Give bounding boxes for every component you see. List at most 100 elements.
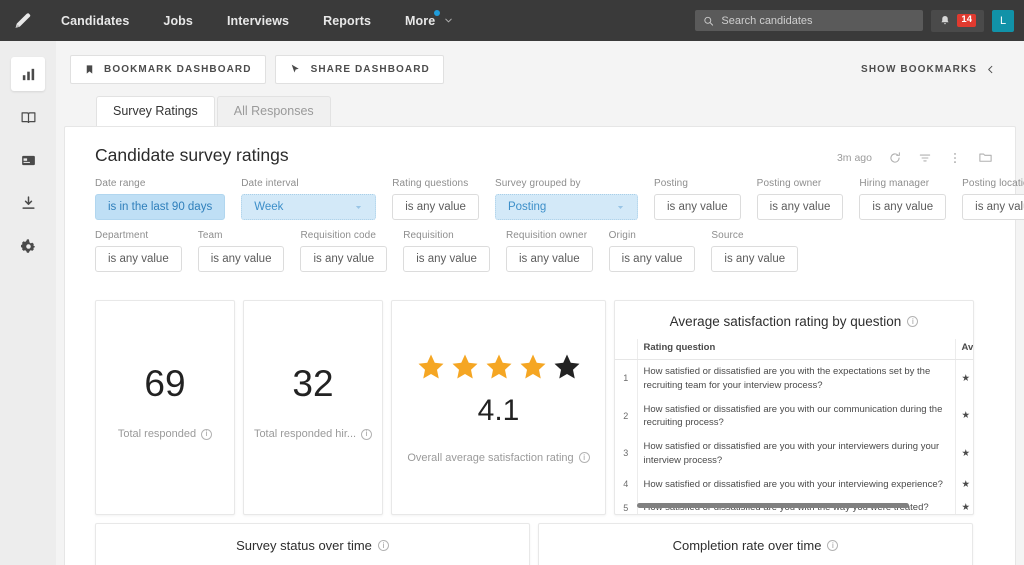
filter-value: Posting — [508, 201, 546, 213]
filter-value-chip[interactable]: is any value — [300, 246, 387, 272]
filter-hiring-manager: Hiring manager is any value — [859, 178, 946, 220]
filter-label: Date range — [95, 178, 225, 189]
show-bookmarks-label: SHOW BOOKMARKS — [861, 64, 977, 75]
kpi-value: 69 — [144, 365, 185, 402]
nav-link-candidates[interactable]: Candidates — [44, 0, 146, 41]
search-box[interactable] — [695, 10, 923, 31]
rail-item-library[interactable] — [11, 100, 45, 134]
horizontal-scrollbar[interactable] — [637, 503, 909, 508]
top-navigation-bar: Candidates Jobs Interviews Reports More — [0, 0, 1024, 41]
filter-value: is any value — [108, 253, 169, 265]
kpi-caption-wrap: Total responded hir... i — [254, 428, 372, 440]
show-bookmarks-button[interactable]: SHOW BOOKMARKS — [861, 64, 1010, 75]
filter-value-chip[interactable]: is any value — [757, 194, 844, 220]
nav-link-reports[interactable]: Reports — [306, 0, 388, 41]
filter-origin: Origin is any value — [609, 230, 696, 272]
panel-header: Candidate survey ratings 3m ago — [65, 127, 1015, 166]
rail-item-settings[interactable] — [11, 229, 45, 263]
filter-label: Requisition owner — [506, 230, 593, 241]
metric-cards-row: 69 Total responded i 32 Total responded … — [65, 282, 1015, 515]
completion-rate-title-wrap: Completion rate over time i — [539, 524, 972, 553]
question-table-title-wrap: Average satisfaction rating by question … — [615, 301, 973, 339]
bookmark-dashboard-button[interactable]: BOOKMARK DASHBOARD — [70, 55, 266, 84]
filter-value-chip[interactable]: is any value — [403, 246, 490, 272]
filter-label: Hiring manager — [859, 178, 946, 189]
refresh-button[interactable] — [888, 151, 902, 165]
info-icon[interactable]: i — [201, 429, 212, 440]
filter-value: is any value — [872, 201, 933, 213]
notification-count-badge: 14 — [957, 14, 976, 27]
filter-label: Requisition code — [300, 230, 387, 241]
nav-link-interviews[interactable]: Interviews — [210, 0, 306, 41]
left-icon-rail — [0, 41, 56, 565]
tab-all-responses[interactable]: All Responses — [217, 96, 331, 126]
filter-value-chip[interactable]: is any value — [609, 246, 696, 272]
overall-rating-caption-wrap: Overall average satisfaction rating i — [407, 452, 589, 464]
rail-item-analytics[interactable] — [11, 57, 45, 91]
more-chevron-down-button[interactable] — [441, 15, 466, 26]
info-icon[interactable]: i — [361, 429, 372, 440]
column-header-question: Rating question — [637, 339, 955, 360]
filter-label: Department — [95, 230, 182, 241]
filter-value-chip[interactable]: is any value — [654, 194, 741, 220]
folder-icon — [978, 150, 993, 165]
table-row[interactable]: 4 How satisfied or dissatisfied are you … — [615, 473, 973, 497]
user-avatar[interactable]: L — [992, 10, 1014, 32]
main-content-area: BOOKMARK DASHBOARD SHARE DASHBOARD SHOW … — [56, 41, 1024, 565]
filter-label: Posting — [654, 178, 741, 189]
filter-value-chip[interactable]: is any value — [859, 194, 946, 220]
pencil-logo-icon — [11, 10, 33, 32]
avatar-initial: L — [1000, 15, 1006, 27]
filter-value-chip[interactable]: is any value — [962, 194, 1024, 220]
filter-value-chip[interactable]: is any value — [95, 246, 182, 272]
filter-button[interactable] — [918, 151, 932, 165]
rail-item-exports[interactable] — [11, 186, 45, 220]
filter-value-dropdown[interactable]: Posting — [495, 194, 638, 220]
row-question: How satisfied or dissatisfied are you wi… — [637, 435, 955, 473]
table-row[interactable]: 2 How satisfied or dissatisfied are you … — [615, 398, 973, 436]
table-row[interactable]: 1 How satisfied or dissatisfied are you … — [615, 360, 973, 398]
kpi-value: 32 — [292, 365, 333, 402]
search-input[interactable] — [721, 15, 915, 27]
bar-chart-icon — [20, 66, 37, 83]
info-icon[interactable]: i — [378, 540, 389, 551]
filter-value-chip[interactable]: is any value — [392, 194, 479, 220]
filter-value-chip[interactable]: is any value — [198, 246, 285, 272]
info-icon[interactable]: i — [827, 540, 838, 551]
row-index: 2 — [615, 398, 637, 436]
overall-rating-caption: Overall average satisfaction rating — [407, 452, 573, 464]
notifications-button[interactable]: 14 — [931, 10, 984, 32]
completion-rate-over-time-card: Completion rate over time i — [538, 523, 973, 565]
kpi-caption: Total responded hir... — [254, 428, 356, 440]
row-question: How satisfied or dissatisfied are you wi… — [637, 360, 955, 398]
nav-link-jobs[interactable]: Jobs — [146, 0, 210, 41]
kpi-card-total-responded: 69 Total responded i — [95, 300, 235, 515]
info-icon[interactable]: i — [907, 316, 918, 327]
filter-value-chip[interactable]: is any value — [711, 246, 798, 272]
rail-item-billing[interactable] — [11, 143, 45, 177]
top-nav-right-group: 14 L — [695, 10, 1024, 32]
row-index: 5 — [615, 496, 637, 514]
filter-label: Rating questions — [392, 178, 479, 189]
row-rating-stars: ★ ★ — [955, 473, 973, 497]
star-rating-display — [416, 352, 582, 382]
nav-link-more[interactable]: More — [388, 0, 441, 41]
share-dashboard-button[interactable]: SHARE DASHBOARD — [275, 55, 444, 84]
table-row[interactable]: 3 How satisfied or dissatisfied are you … — [615, 435, 973, 473]
kpi-caption-wrap: Total responded i — [118, 428, 212, 440]
app-logo[interactable] — [0, 0, 44, 41]
filter-value-chip[interactable]: is in the last 90 days — [95, 194, 225, 220]
filter-value-dropdown[interactable]: Week — [241, 194, 376, 220]
question-table-scroll-area[interactable]: Rating question Avg. ra 1 How satisfied … — [615, 339, 973, 514]
filter-label: Team — [198, 230, 285, 241]
folder-button[interactable] — [978, 150, 993, 165]
filter-value-chip[interactable]: is any value — [506, 246, 593, 272]
row-index: 3 — [615, 435, 637, 473]
column-header-index — [615, 339, 637, 360]
filter-value: is any value — [622, 253, 683, 265]
tab-survey-ratings[interactable]: Survey Ratings — [96, 96, 215, 126]
filter-value: Week — [254, 201, 283, 213]
more-options-button[interactable] — [948, 151, 962, 165]
info-icon[interactable]: i — [579, 452, 590, 463]
table-header-row: Rating question Avg. ra — [615, 339, 973, 360]
